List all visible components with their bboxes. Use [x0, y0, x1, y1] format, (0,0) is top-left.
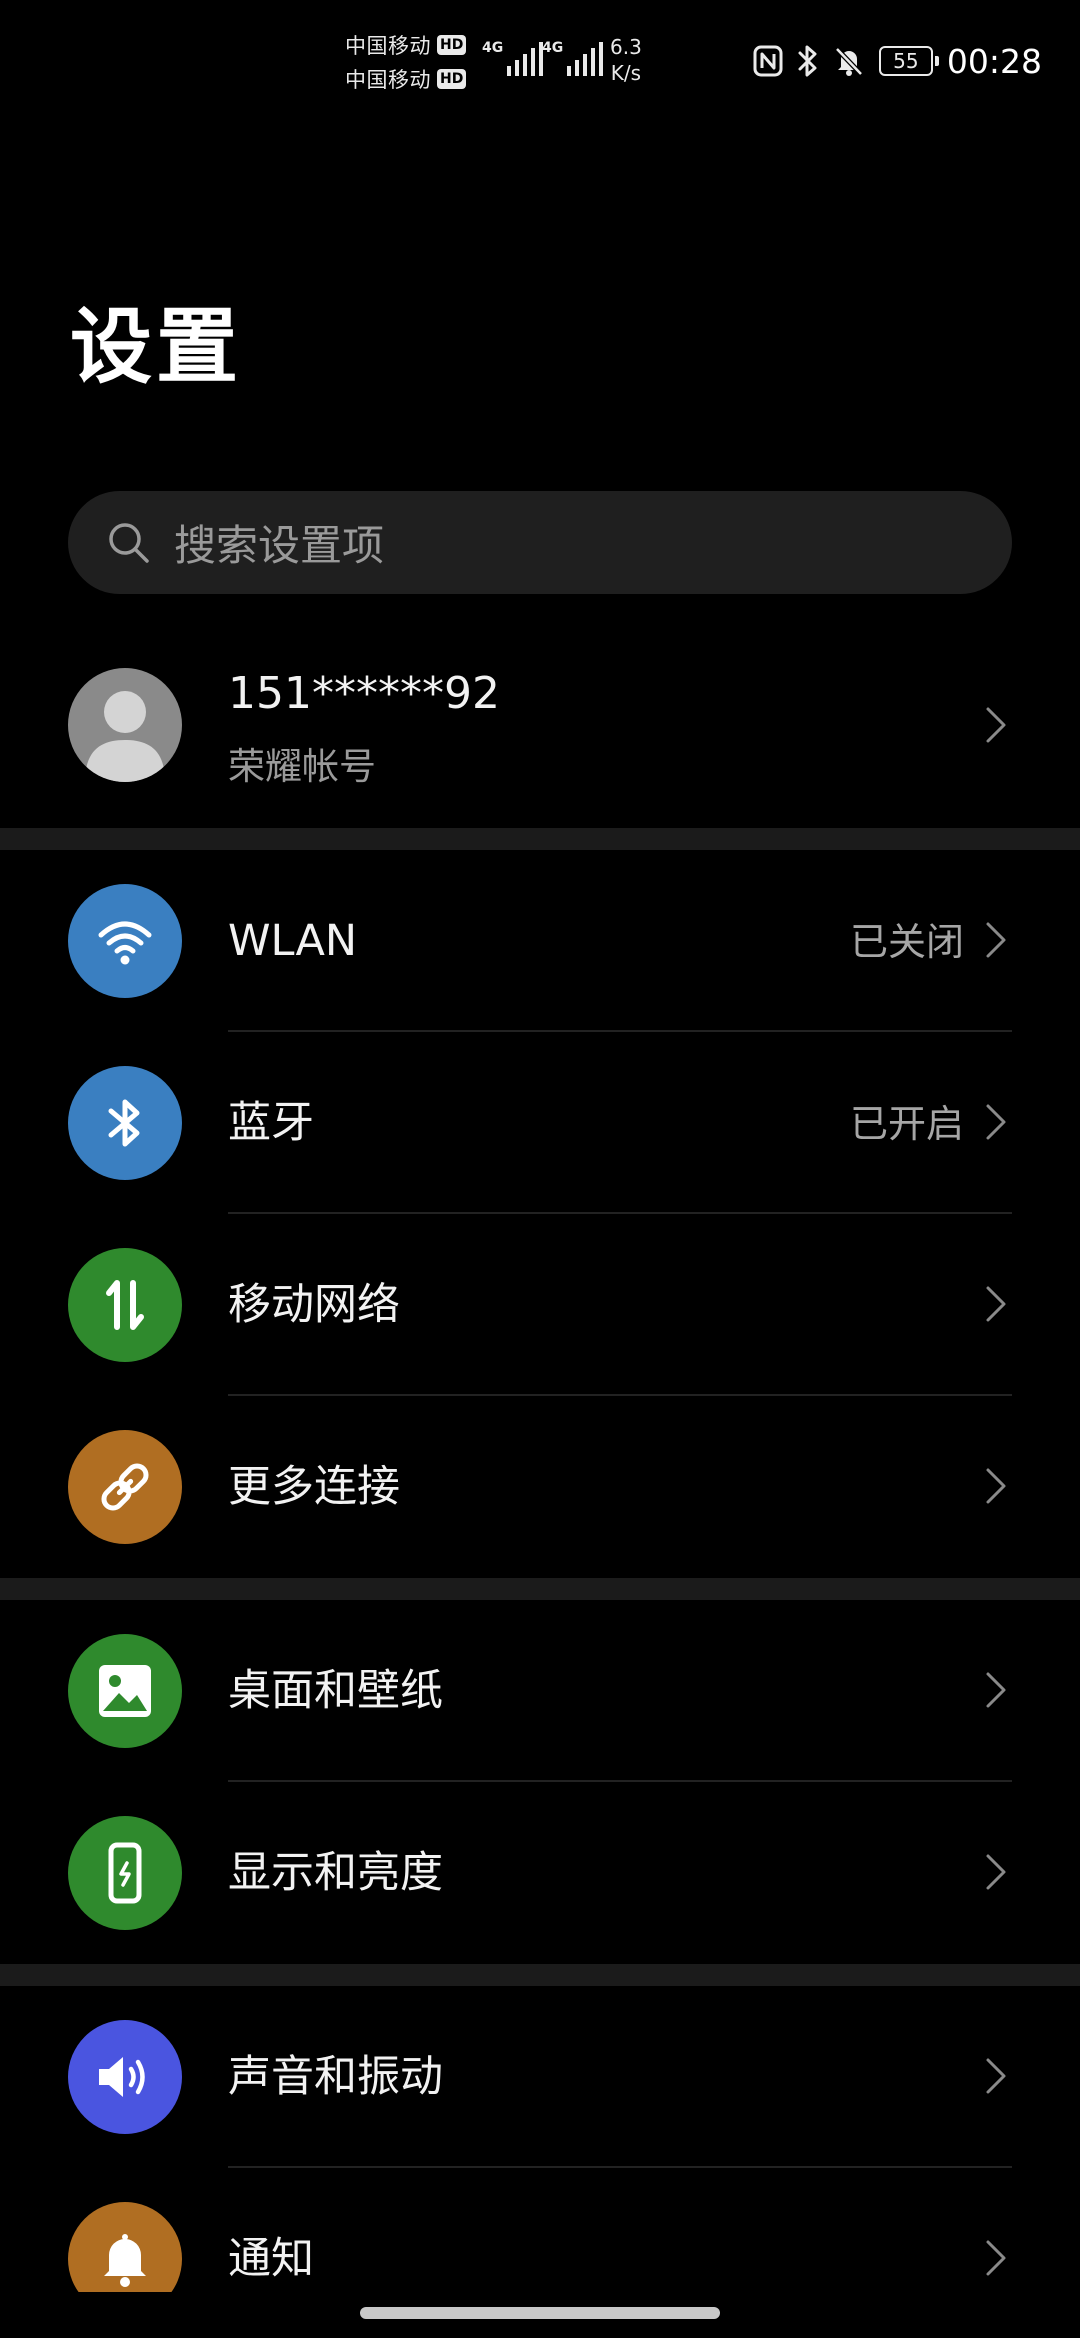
bell-icon-badge: [68, 2202, 182, 2292]
chevron-right-icon: [986, 2240, 1006, 2276]
settings-item-notifications[interactable]: 通知: [0, 2168, 1080, 2292]
carrier-name-2: 中国移动: [345, 68, 431, 92]
wallpaper-icon: [99, 1665, 151, 1717]
chevron-right-icon: [986, 1672, 1006, 1708]
bluetooth-icon-badge: [68, 1066, 182, 1180]
settings-item-wlan[interactable]: WLAN 已关闭: [0, 850, 1080, 1032]
carrier-name-1: 中国移动: [345, 34, 431, 58]
chevron-right-icon: [986, 1104, 1006, 1140]
chevron-right-icon: [986, 1286, 1006, 1322]
carrier-info: 中国移动 HD 中国移动 HD: [345, 30, 467, 94]
settings-item-home-wallpaper[interactable]: 桌面和壁纸: [0, 1600, 1080, 1782]
signal-group-1: 4G: [482, 40, 544, 76]
speed-value: 6.3: [610, 35, 642, 59]
signal-group-2: 4G: [542, 40, 604, 76]
page-title: 设置: [70, 300, 243, 395]
settings-item-label: 桌面和壁纸: [228, 1666, 443, 1716]
home-indicator[interactable]: [360, 2307, 720, 2319]
battery-icon: 55: [878, 46, 939, 76]
network-type-2: 4G: [542, 40, 564, 56]
settings-item-display-brightness[interactable]: 显示和亮度: [0, 1782, 1080, 1964]
settings-item-mobile-network[interactable]: 移动网络: [0, 1214, 1080, 1396]
search-placeholder: 搜索设置项: [174, 521, 385, 570]
wifi-icon: [98, 921, 152, 965]
section-divider: [0, 1578, 1080, 1600]
link-icon-badge: [68, 1430, 182, 1544]
account-subtitle: 荣耀帐号: [228, 745, 376, 788]
network-speed: 6.3 K/s: [610, 34, 642, 86]
mobile-data-icon: [106, 1280, 144, 1330]
bell-icon: [104, 2234, 146, 2287]
mute-icon: [835, 47, 863, 76]
section-divider: [0, 828, 1080, 850]
settings-item-more-connections[interactable]: 更多连接: [0, 1396, 1080, 1578]
avatar: [68, 668, 182, 782]
settings-item-label: 移动网络: [228, 1280, 400, 1330]
network-type-1: 4G: [482, 40, 504, 56]
hd-badge-2: HD: [437, 69, 467, 89]
wifi-icon-badge: [68, 884, 182, 998]
volume-icon-badge: [68, 2020, 182, 2134]
search-icon: [109, 522, 149, 563]
section-divider: [0, 1964, 1080, 1986]
clock: 00:28: [946, 41, 1042, 81]
signal-icon: [567, 42, 604, 76]
wallpaper-icon-badge: [68, 1634, 182, 1748]
status-bar: 中国移动 HD 中国移动 HD 4G 4G 6.3 K/s 55 00:28: [0, 0, 1080, 120]
link-icon: [101, 1463, 149, 1511]
settings-item-value: 已开启: [849, 1102, 964, 1146]
settings-item-bluetooth[interactable]: 蓝牙 已开启: [0, 1032, 1080, 1214]
settings-item-label: 显示和亮度: [228, 1848, 443, 1898]
settings-item-label: 更多连接: [228, 1462, 400, 1512]
chevron-right-icon: [986, 1854, 1006, 1890]
user-icon: [85, 691, 165, 782]
nfc-icon: [753, 45, 783, 77]
settings-item-label: WLAN: [228, 916, 358, 966]
display-icon: [108, 1842, 142, 1904]
speed-unit: K/s: [610, 61, 642, 85]
volume-icon: [99, 2057, 145, 2097]
battery-level: 55: [893, 49, 919, 73]
settings-item-value: 已关闭: [849, 920, 964, 964]
settings-item-label: 声音和振动: [228, 2052, 443, 2102]
account-name: 151******92: [228, 668, 500, 719]
mobile-data-icon-badge: [68, 1248, 182, 1362]
settings-item-label: 通知: [228, 2234, 314, 2284]
display-icon-badge: [68, 1816, 182, 1930]
status-icons: 55 00:28: [753, 38, 1042, 84]
account-row[interactable]: 151******92 荣耀帐号: [0, 650, 1080, 800]
bluetooth-icon: [108, 1099, 140, 1147]
settings-screen: 中国移动 HD 中国移动 HD 4G 4G 6.3 K/s 55 00:28 设…: [0, 0, 1080, 2338]
bluetooth-icon: [798, 45, 817, 77]
chevron-right-icon: [986, 922, 1006, 958]
search-input[interactable]: 搜索设置项: [68, 491, 1012, 594]
settings-item-sound-vibration[interactable]: 声音和振动: [0, 1986, 1080, 2168]
settings-item-label: 蓝牙: [228, 1098, 314, 1148]
chevron-right-icon: [986, 707, 1006, 743]
signal-icon: [507, 42, 544, 76]
hd-badge-1: HD: [437, 35, 467, 55]
chevron-right-icon: [986, 1468, 1006, 1504]
chevron-right-icon: [986, 2058, 1006, 2094]
